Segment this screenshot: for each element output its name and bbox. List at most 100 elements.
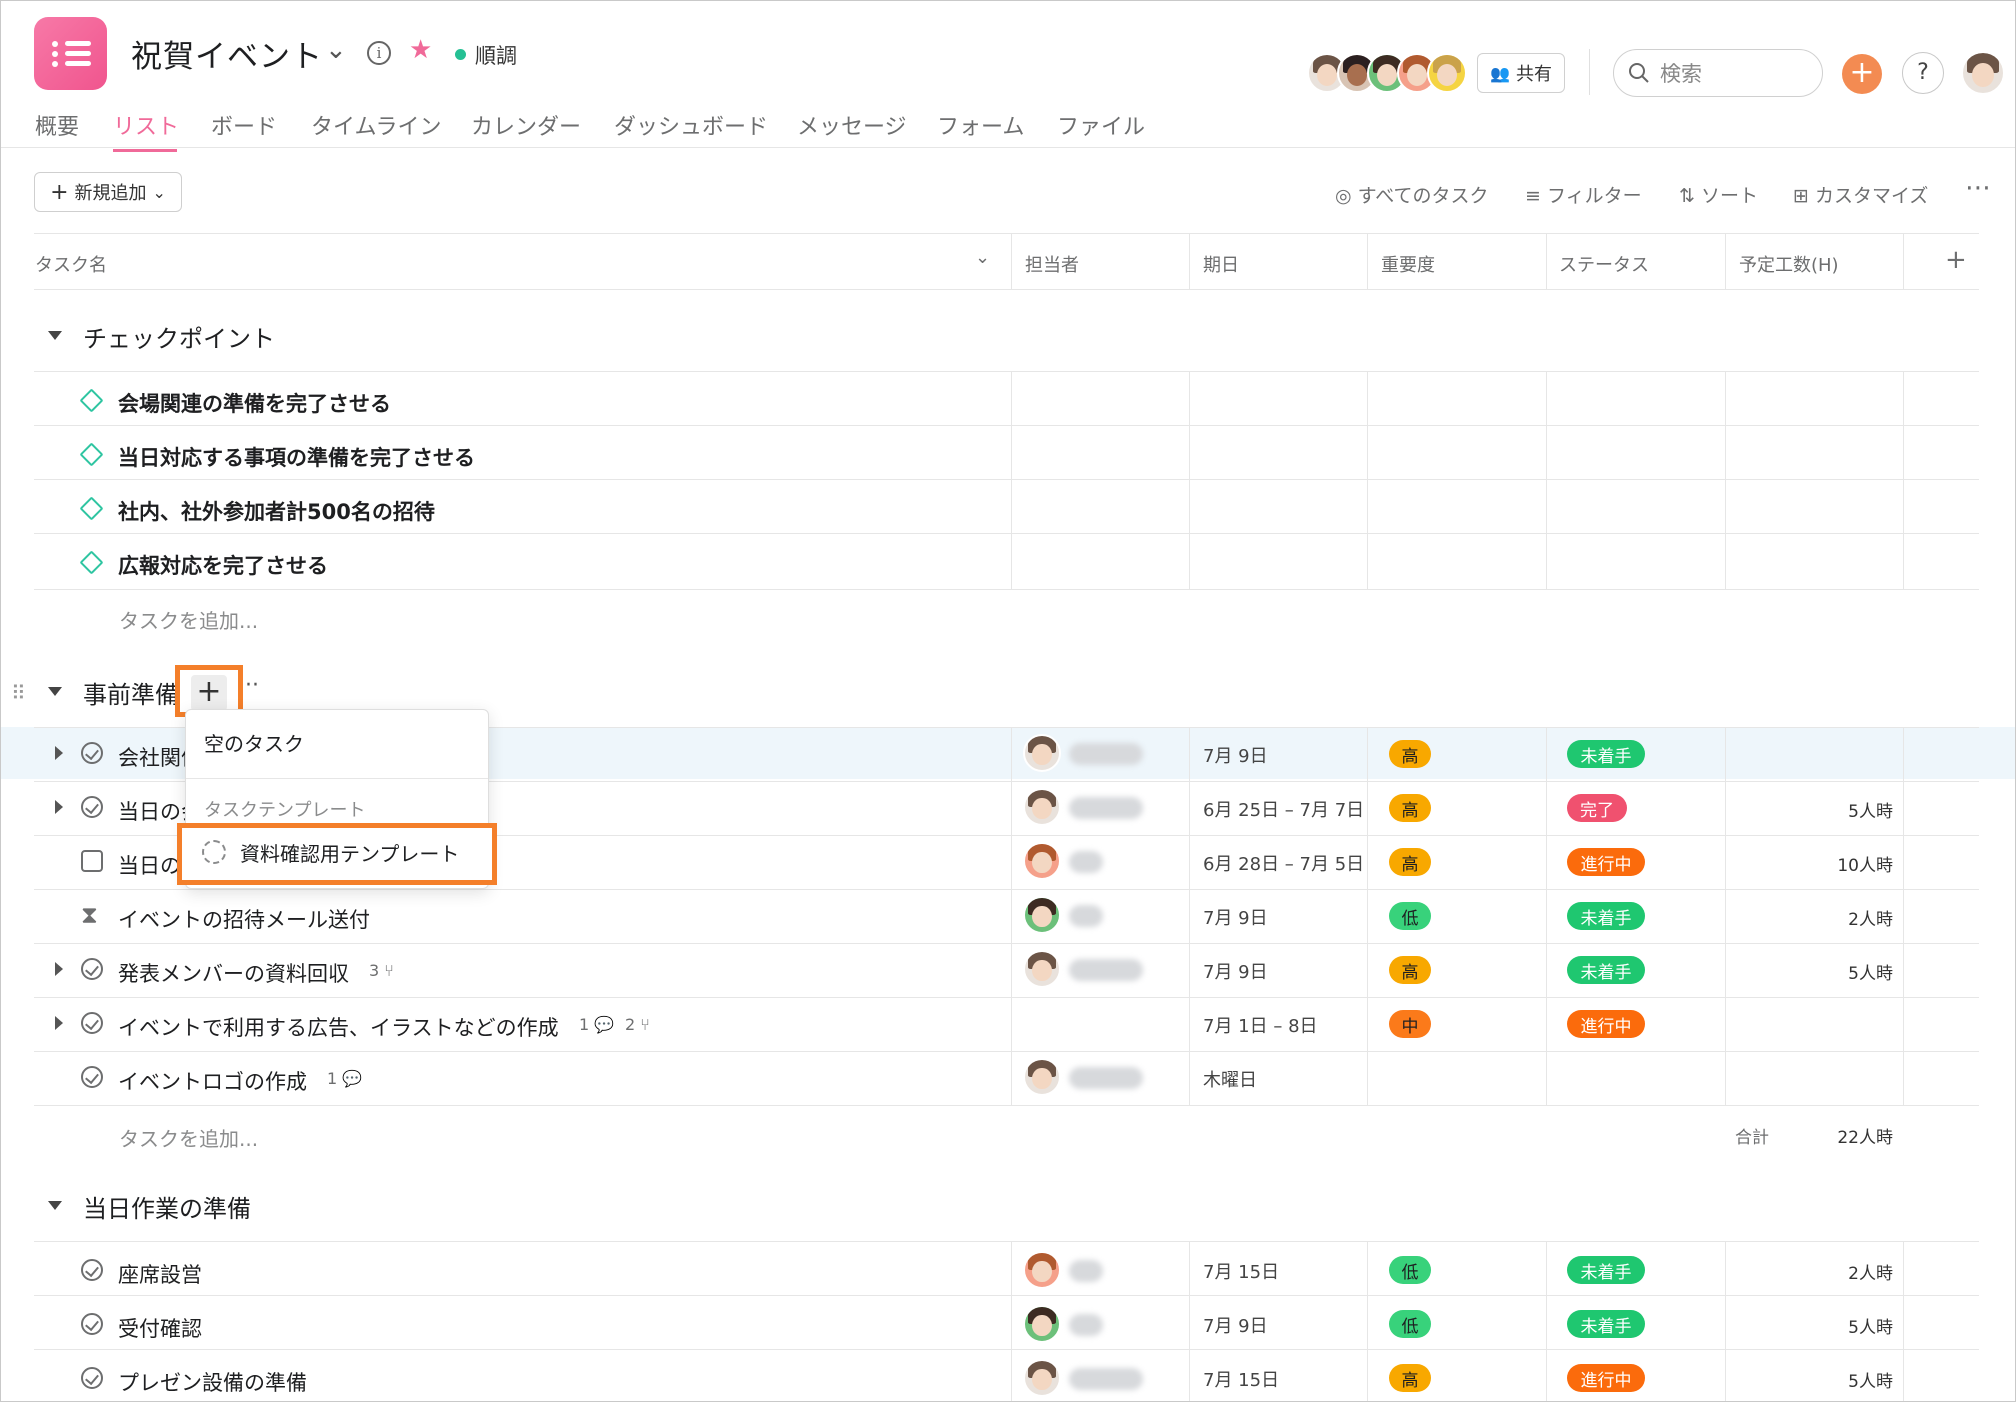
expand-subtasks-icon[interactable]: [55, 746, 63, 760]
status-badge[interactable]: 未着手: [1567, 902, 1645, 930]
due-date[interactable]: 7月 1日 – 8日: [1203, 1012, 1318, 1038]
new-add-button[interactable]: + 新規追加 ⌄: [34, 172, 182, 212]
tab-list[interactable]: リスト: [113, 109, 179, 141]
estimated-hours[interactable]: 2人時: [1793, 1259, 1893, 1284]
menu-item-empty-task[interactable]: 空のタスク: [204, 728, 304, 757]
add-task-plus-button[interactable]: +: [191, 675, 227, 711]
assignee-avatar[interactable]: [1023, 1305, 1061, 1343]
milestone-icon[interactable]: [79, 550, 104, 575]
priority-badge[interactable]: 低: [1389, 902, 1431, 930]
complete-check-icon[interactable]: [81, 796, 103, 818]
share-button[interactable]: 👥 共有: [1477, 53, 1565, 93]
priority-badge[interactable]: 中: [1389, 1010, 1431, 1038]
estimated-hours[interactable]: 5人時: [1793, 959, 1893, 984]
priority-badge[interactable]: 高: [1389, 740, 1431, 768]
sort-button[interactable]: ⇅ ソート: [1679, 181, 1758, 208]
priority-badge[interactable]: 高: [1389, 848, 1431, 876]
estimated-hours[interactable]: 2人時: [1793, 905, 1893, 930]
filter-button[interactable]: ≡ フィルター: [1525, 181, 1642, 208]
column-header-task[interactable]: タスク名: [35, 251, 107, 277]
assignee-avatar[interactable]: [1023, 1251, 1061, 1289]
hourglass-icon[interactable]: ⧗: [81, 901, 98, 929]
complete-check-icon[interactable]: [81, 1259, 103, 1281]
task-name[interactable]: イベントで利用する広告、イラストなどの作成: [118, 1012, 559, 1042]
tab-files[interactable]: ファイル: [1057, 109, 1145, 141]
complete-check-icon[interactable]: [81, 1367, 103, 1389]
more-options-icon[interactable]: ⋯: [1965, 173, 1991, 203]
due-date[interactable]: 6月 28日 – 7月 5日: [1203, 850, 1364, 876]
priority-badge[interactable]: 低: [1389, 1310, 1431, 1338]
help-button[interactable]: ?: [1902, 52, 1944, 94]
menu-item-template[interactable]: 資料確認用テンプレート: [177, 823, 497, 885]
subtask-count[interactable]: 2 ⑂: [625, 1015, 650, 1034]
priority-badge[interactable]: 高: [1389, 956, 1431, 984]
assignee-avatar[interactable]: [1023, 1058, 1061, 1096]
status-badge[interactable]: 未着手: [1567, 1256, 1645, 1284]
complete-check-icon[interactable]: [81, 742, 103, 764]
chevron-down-icon[interactable]: ⌄: [975, 247, 990, 268]
expand-subtasks-icon[interactable]: [55, 800, 63, 814]
priority-badge[interactable]: 高: [1389, 1364, 1431, 1392]
approval-icon[interactable]: [81, 850, 103, 872]
assignee-avatar[interactable]: [1023, 842, 1061, 880]
collapse-triangle-icon[interactable]: [48, 687, 62, 696]
estimated-hours[interactable]: 10人時: [1793, 851, 1893, 876]
task-name[interactable]: 社内、社外参加者計500名の招待: [118, 496, 435, 526]
section-more-icon[interactable]: ··: [245, 673, 259, 698]
column-header-status[interactable]: ステータス: [1559, 251, 1649, 277]
section-title[interactable]: 当日作業の準備: [83, 1189, 251, 1224]
tab-dashboard[interactable]: ダッシュボード: [614, 109, 768, 141]
complete-check-icon[interactable]: [81, 1313, 103, 1335]
task-name[interactable]: 当日対応する事項の準備を完了させる: [118, 442, 475, 472]
expand-subtasks-icon[interactable]: [55, 1016, 63, 1030]
task-name[interactable]: 座席設営: [118, 1259, 202, 1289]
assignee-avatar[interactable]: [1023, 896, 1061, 934]
status-badge[interactable]: 未着手: [1567, 1310, 1645, 1338]
due-date[interactable]: 6月 25日 – 7月 7日: [1203, 796, 1364, 822]
column-header-assignee[interactable]: 担当者: [1025, 251, 1079, 277]
add-task-link[interactable]: タスクを追加...: [119, 605, 258, 634]
assignee-avatar[interactable]: [1023, 788, 1061, 826]
task-name[interactable]: イベントロゴの作成: [118, 1066, 307, 1096]
estimated-hours[interactable]: 5人時: [1793, 797, 1893, 822]
tab-messages[interactable]: メッセージ: [797, 109, 907, 141]
tab-overview[interactable]: 概要: [35, 109, 79, 141]
customize-button[interactable]: ⊞ カスタマイズ: [1793, 181, 1928, 208]
task-name[interactable]: プレゼン設備の準備: [118, 1367, 307, 1397]
milestone-icon[interactable]: [79, 442, 104, 467]
task-name[interactable]: 受付確認: [118, 1313, 202, 1343]
task-name[interactable]: 会場関連の準備を完了させる: [118, 388, 391, 418]
drag-handle-icon[interactable]: ⠿: [11, 681, 26, 705]
project-title[interactable]: 祝賀イベント: [131, 31, 323, 76]
search-input[interactable]: 検索: [1613, 49, 1823, 97]
status-badge[interactable]: 進行中: [1567, 1010, 1645, 1038]
info-icon[interactable]: i: [367, 41, 391, 65]
column-header-priority[interactable]: 重要度: [1381, 251, 1435, 277]
section-title[interactable]: 事前準備: [83, 675, 179, 710]
status-badge[interactable]: 進行中: [1567, 1364, 1645, 1392]
status-badge[interactable]: 未着手: [1567, 956, 1645, 984]
task-name[interactable]: 発表メンバーの資料回収: [118, 958, 349, 988]
task-name[interactable]: 広報対応を完了させる: [118, 550, 328, 580]
estimated-hours[interactable]: 5人時: [1793, 1367, 1893, 1392]
tab-forms[interactable]: フォーム: [937, 109, 1024, 141]
due-date[interactable]: 7月 15日: [1203, 1366, 1279, 1392]
comment-count[interactable]: 1 💬: [579, 1015, 614, 1034]
due-date[interactable]: 7月 15日: [1203, 1258, 1279, 1284]
priority-badge[interactable]: 低: [1389, 1256, 1431, 1284]
assignee-avatar[interactable]: [1023, 734, 1061, 772]
tab-calendar[interactable]: カレンダー: [471, 109, 581, 141]
assignee-avatar[interactable]: [1023, 950, 1061, 988]
milestone-icon[interactable]: [79, 496, 104, 521]
priority-badge[interactable]: 高: [1389, 794, 1431, 822]
column-header-due[interactable]: 期日: [1203, 251, 1239, 277]
quick-add-button[interactable]: +: [1842, 54, 1882, 94]
due-date[interactable]: 7月 9日: [1203, 904, 1268, 930]
status-badge[interactable]: 進行中: [1567, 848, 1645, 876]
tab-timeline[interactable]: タイムライン: [311, 109, 441, 141]
star-icon[interactable]: ★: [409, 35, 432, 65]
comment-count[interactable]: 1 💬: [327, 1069, 362, 1088]
status-badge[interactable]: 未着手: [1567, 740, 1645, 768]
task-name[interactable]: イベントの招待メール送付: [118, 904, 370, 934]
due-date[interactable]: 7月 9日: [1203, 1312, 1268, 1338]
